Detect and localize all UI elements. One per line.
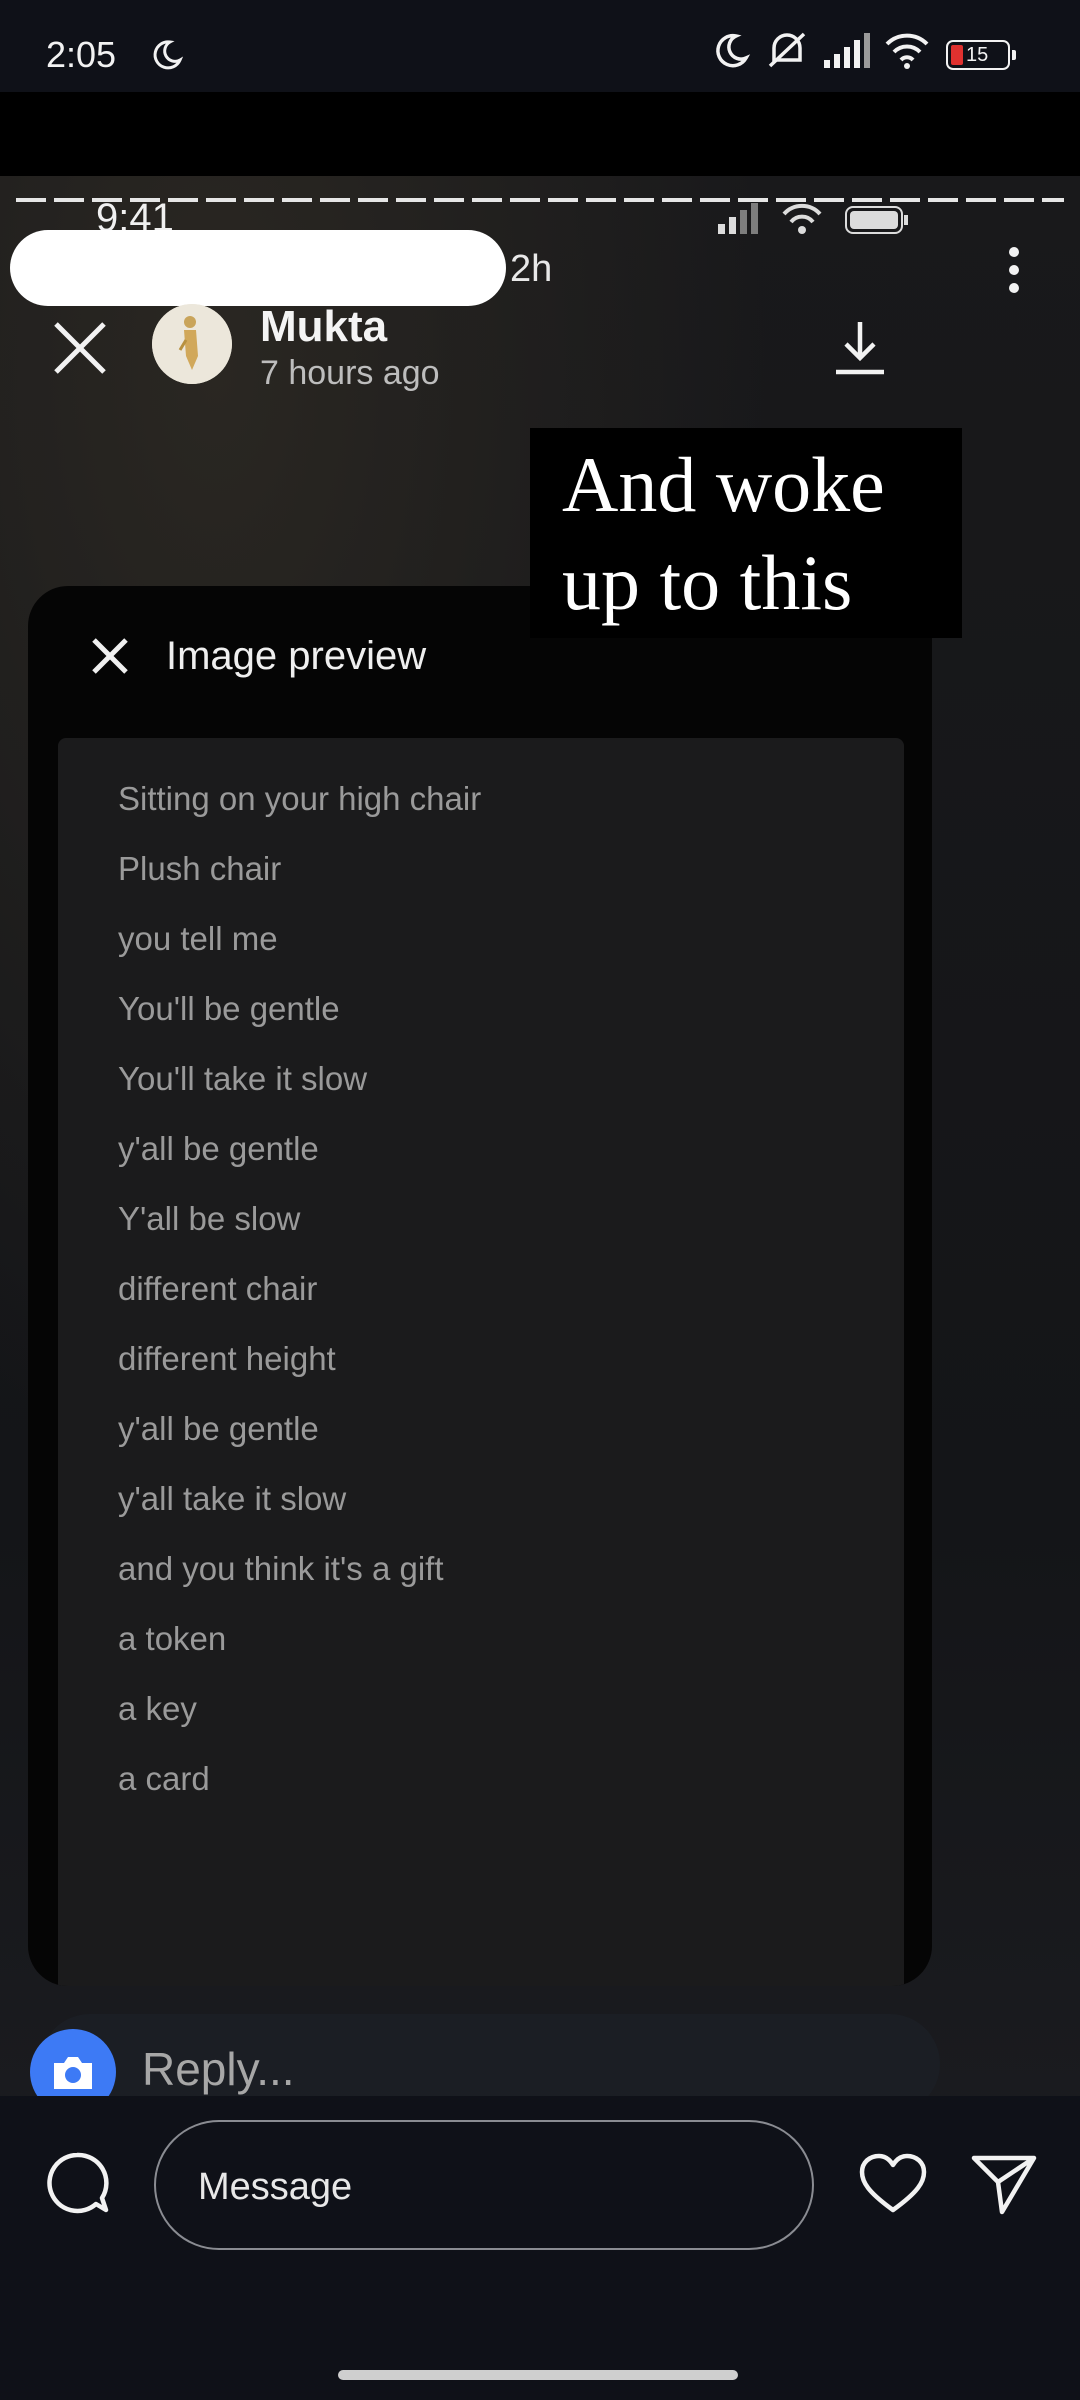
lyric-line: Sitting on your high chair (118, 780, 482, 817)
lyric-line: Y'all be slow (118, 1200, 301, 1237)
camera-button[interactable] (30, 2029, 116, 2096)
message-placeholder: Message (198, 2166, 353, 2208)
caption-line-2: up to this (562, 539, 853, 626)
chat-bubble-icon[interactable] (44, 2150, 110, 2216)
story-username[interactable]: Mukta (260, 302, 387, 352)
battery-level (951, 45, 963, 65)
lyric-line: y'all take it slow (118, 1480, 347, 1517)
avatar[interactable] (152, 304, 232, 384)
home-indicator[interactable] (338, 2370, 738, 2380)
more-vertical-icon[interactable] (1004, 246, 1024, 294)
heart-icon[interactable] (858, 2152, 928, 2216)
lyric-line: you tell me (118, 920, 278, 957)
story-viewer[interactable]: 9:41 2h Mukta 7 hours ago Image preview … (0, 176, 1080, 2096)
lyric-line: You'll be gentle (118, 990, 340, 1027)
image-preview-card: Image preview Sitting on your high chair… (28, 586, 932, 1986)
mute-icon (768, 32, 806, 68)
inner-status-icons (718, 203, 908, 234)
post-age: 2h (510, 248, 553, 290)
lyric-line: different chair (118, 1270, 318, 1307)
avatar-figure-icon (152, 304, 232, 384)
preview-title: Image preview (166, 634, 427, 678)
status-bar: 2:05 15 (0, 0, 1080, 92)
lyric-line: different height (118, 1340, 336, 1377)
lyric-line: a token (118, 1620, 227, 1657)
lyric-line: You'll take it slow (118, 1060, 368, 1097)
battery-tip (1012, 50, 1016, 60)
lyric-line: and you think it's a gift (118, 1550, 444, 1587)
wifi-icon (885, 33, 929, 69)
download-icon[interactable] (828, 316, 892, 380)
caption-line-1: And woke (562, 441, 885, 528)
lyric-line: y'all be gentle (118, 1410, 319, 1447)
lyric-line: a key (118, 1690, 197, 1727)
lyric-line: Plush chair (118, 850, 282, 887)
camera-icon (54, 2057, 92, 2089)
battery-percent: 15 (966, 44, 989, 66)
preview-close-icon (92, 638, 128, 674)
story-time-ago: 7 hours ago (260, 354, 440, 392)
lyric-line: y'all be gentle (118, 1130, 319, 1167)
close-icon[interactable] (50, 318, 110, 378)
moon-icon (716, 33, 751, 68)
status-time: 2:05 (46, 34, 117, 75)
top-band (0, 92, 1080, 176)
send-icon[interactable] (970, 2152, 1038, 2216)
reply-placeholder: Reply... (142, 2043, 295, 2095)
signal-icon (824, 33, 870, 68)
battery-icon: 15 (946, 40, 1016, 70)
lyric-line: a card (118, 1760, 210, 1797)
preview-lyrics: Sitting on your high chair Plush chair y… (58, 738, 904, 1986)
story-caption: And woke up to this (530, 428, 962, 638)
night-moon-icon (153, 40, 184, 70)
redacted-scribble (10, 230, 506, 306)
